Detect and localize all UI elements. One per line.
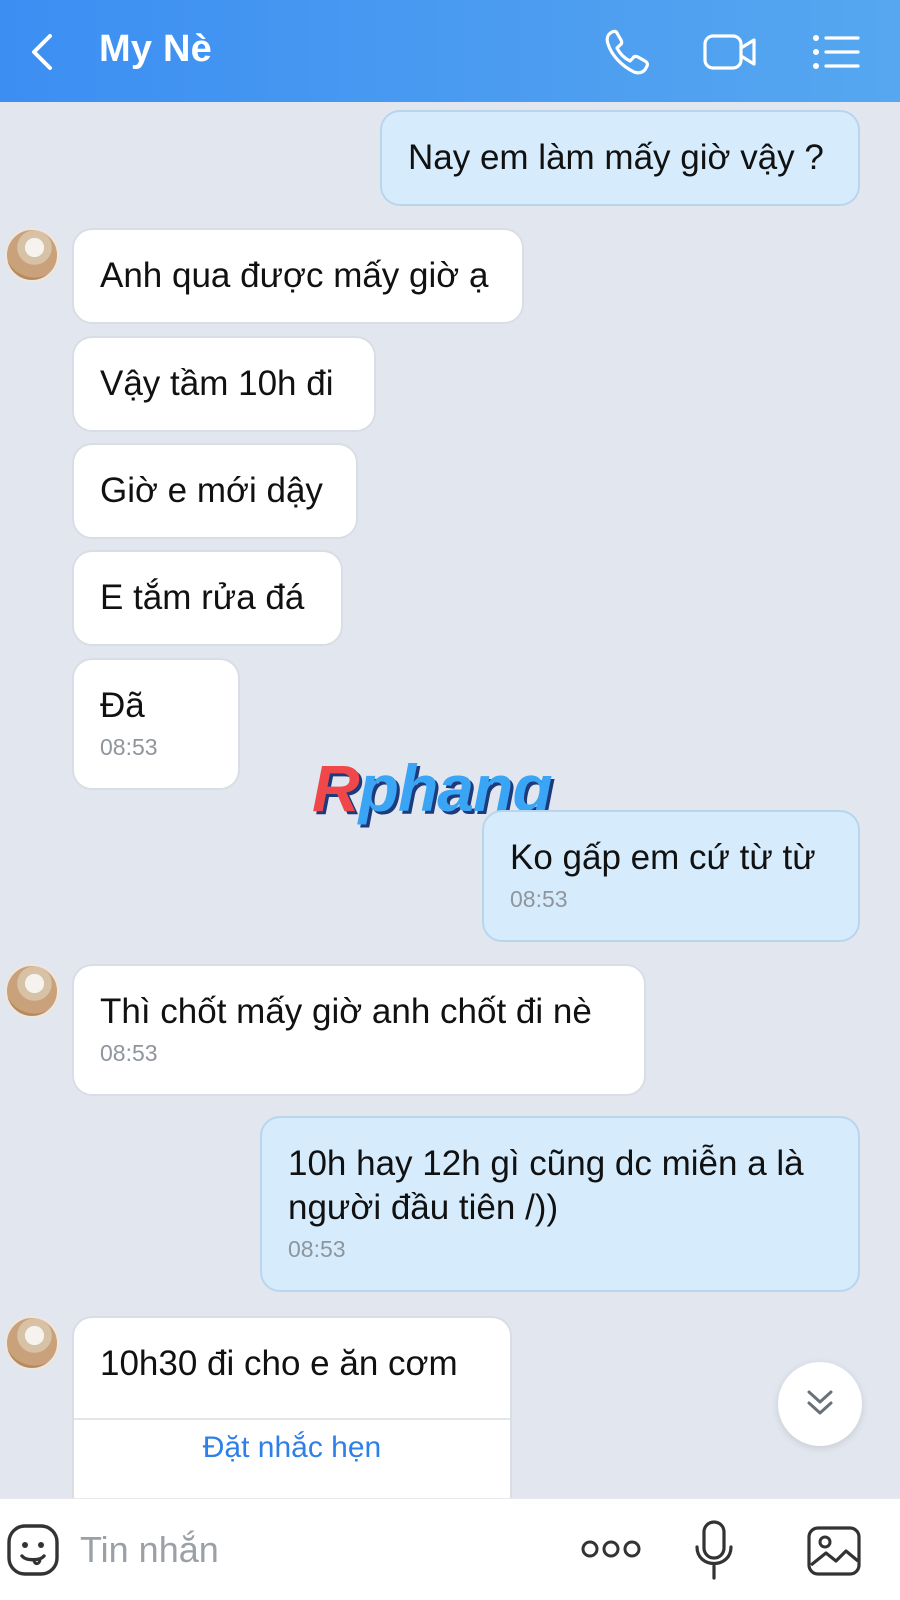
message-timestamp: 08:53: [288, 1236, 346, 1262]
contact-avatar[interactable]: [5, 964, 59, 1018]
contact-name[interactable]: My Nè: [99, 28, 212, 71]
message-text: 10h30 đi cho e ăn cơm: [100, 1344, 458, 1383]
message-text: 10h hay 12h gì cũng dc miễn a là người đ…: [288, 1144, 804, 1227]
back-arrow-icon: [32, 34, 52, 70]
message-bubble-incoming[interactable]: Thì chốt mấy giờ anh chốt đi nè 08:53: [72, 964, 646, 1096]
message-input[interactable]: [80, 1519, 560, 1581]
message-bubble-outgoing[interactable]: Ko gấp em cứ từ từ 08:53: [482, 810, 860, 942]
set-reminder-link[interactable]: Đặt nhắc hẹn: [100, 1426, 484, 1470]
contact-avatar[interactable]: [5, 228, 59, 282]
message-bubble-outgoing[interactable]: 10h hay 12h gì cũng dc miễn a là người đ…: [260, 1116, 860, 1292]
message-input-bar: [0, 1498, 900, 1600]
message-bubble-incoming[interactable]: E tắm rửa đá: [72, 550, 343, 646]
message-bubble-incoming[interactable]: 10h30 đi cho e ăn cơm Đặt nhắc hẹn: [72, 1316, 512, 1498]
message-bubble-incoming[interactable]: Đã 08:53: [72, 658, 240, 790]
voice-record-button[interactable]: [692, 1519, 736, 1581]
chat-menu-button[interactable]: [810, 26, 866, 78]
message-timestamp: 08:53: [100, 1040, 158, 1066]
message-timestamp: 08:53: [100, 734, 158, 760]
chat-header: My Nè: [0, 0, 900, 102]
message-list[interactable]: Nay em làm mấy giờ vậy ? Anh qua được mấ…: [0, 102, 900, 1498]
emoji-sticker-icon: [7, 1524, 59, 1576]
microphone-icon: [695, 1520, 733, 1580]
message-text: Anh qua được mấy giờ ạ: [100, 256, 489, 295]
list-menu-icon: [813, 35, 860, 69]
call-button[interactable]: [600, 26, 656, 78]
gallery-button[interactable]: [806, 1523, 862, 1579]
contact-avatar[interactable]: [5, 1316, 59, 1370]
message-bubble-incoming[interactable]: Anh qua được mấy giờ ạ: [72, 228, 524, 324]
more-options-button[interactable]: [580, 1529, 642, 1569]
message-text: Giờ e mới dậy: [100, 471, 323, 510]
image-gallery-icon: [807, 1526, 861, 1576]
phone-icon: [605, 29, 649, 75]
back-button[interactable]: [22, 30, 66, 74]
message-text: Thì chốt mấy giờ anh chốt đi nè: [100, 992, 592, 1031]
message-text: Ko gấp em cứ từ từ: [510, 838, 816, 877]
message-text: Nay em làm mấy giờ vậy ?: [408, 138, 824, 177]
more-dots-icon: [581, 1540, 641, 1558]
message-bubble-incoming[interactable]: Vậy tầm 10h đi: [72, 336, 376, 432]
message-timestamp: 08:53: [510, 886, 568, 912]
bubble-divider: [74, 1418, 510, 1420]
message-text: Vậy tầm 10h đi: [100, 364, 334, 403]
message-text: E tắm rửa đá: [100, 578, 305, 617]
video-camera-icon: [703, 34, 756, 70]
message-bubble-outgoing[interactable]: Nay em làm mấy giờ vậy ?: [380, 110, 860, 206]
message-bubble-incoming[interactable]: Giờ e mới dậy: [72, 443, 358, 539]
video-call-button[interactable]: [702, 26, 758, 78]
message-text: Đã: [100, 686, 145, 725]
double-chevron-down-icon: [807, 1390, 833, 1415]
scroll-to-bottom-button[interactable]: [778, 1362, 862, 1446]
sticker-button[interactable]: [6, 1523, 60, 1577]
